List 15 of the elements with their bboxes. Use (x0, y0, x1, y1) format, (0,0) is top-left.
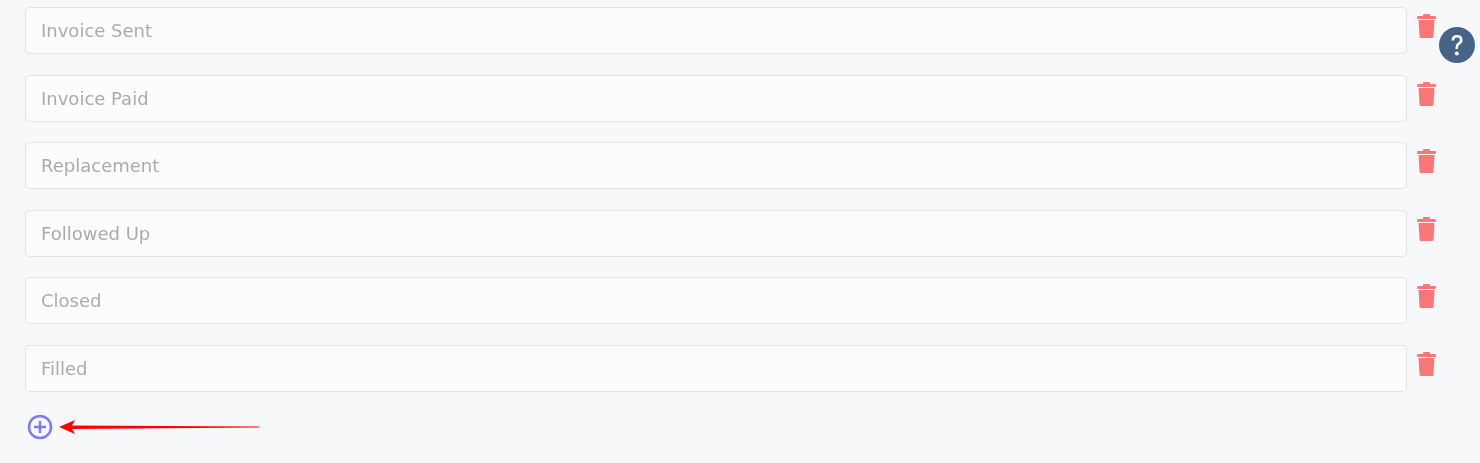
add-icon[interactable] (27, 413, 53, 440)
trash-icon[interactable] (1417, 351, 1436, 376)
trash-icon[interactable] (1417, 284, 1436, 308)
status-field[interactable]: Followed Up (25, 209, 1407, 257)
status-field[interactable]: Replacement (25, 142, 1407, 189)
status-field[interactable]: Invoice Paid (25, 74, 1407, 122)
trash-icon[interactable] (1417, 81, 1436, 106)
trash-icon[interactable] (1417, 14, 1436, 38)
help-icon[interactable] (1439, 27, 1475, 63)
trash-icon[interactable] (1417, 216, 1436, 241)
trash-icon[interactable] (1417, 149, 1436, 173)
status-field[interactable]: Filled (25, 344, 1407, 392)
status-field[interactable]: Invoice Sent (25, 7, 1407, 54)
status-field[interactable]: Closed (25, 277, 1407, 324)
arrow-icon (59, 418, 259, 435)
